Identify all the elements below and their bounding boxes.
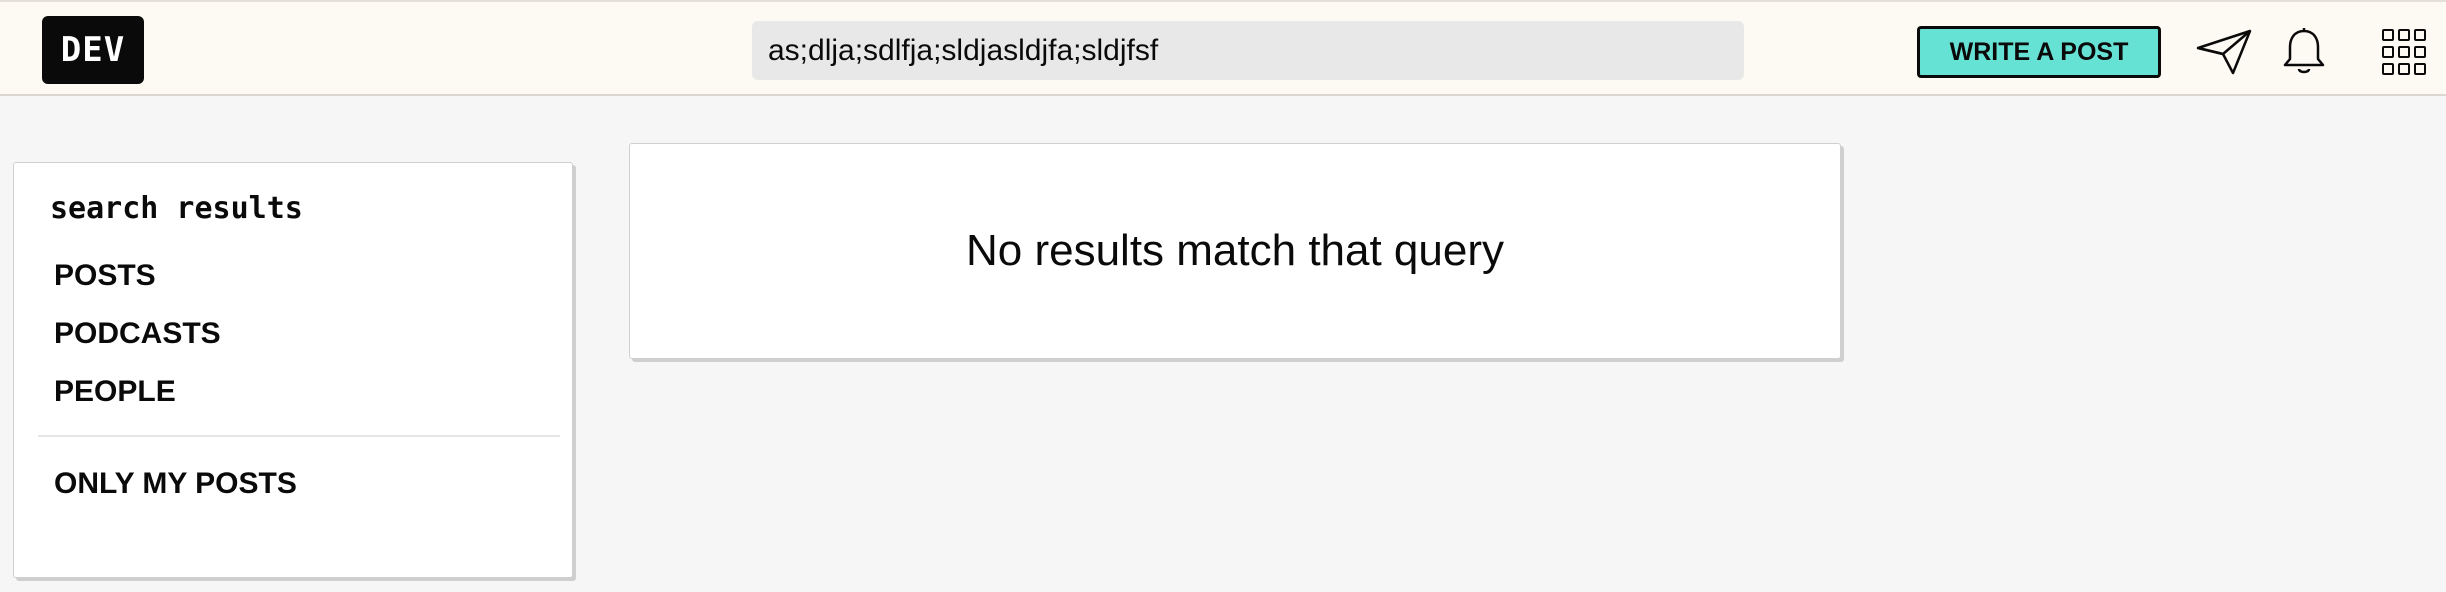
paper-plane-icon[interactable]: [2194, 26, 2254, 78]
bell-icon[interactable]: [2274, 26, 2334, 78]
only-my-posts-link[interactable]: ONLY MY POSTS: [54, 467, 297, 501]
search-results-panel: No results match that query: [629, 143, 1841, 359]
apps-grid-icon[interactable]: [2374, 26, 2434, 78]
no-results-message: No results match that query: [965, 226, 1504, 275]
search-input[interactable]: [752, 21, 1744, 80]
search-filter-sidebar: search results POSTS PODCASTS PEOPLE ONL…: [13, 162, 573, 578]
sidebar-title: search results: [50, 191, 303, 226]
filter-people-link[interactable]: PEOPLE: [54, 375, 176, 409]
filter-posts-link[interactable]: POSTS: [54, 259, 156, 293]
write-a-post-button[interactable]: WRITE A POST: [1917, 26, 2161, 78]
logo-text: DEV: [60, 30, 126, 70]
sidebar-divider: [38, 435, 560, 437]
top-navigation-bar: DEV WRITE A POST: [0, 0, 2446, 96]
filter-podcasts-link[interactable]: PODCASTS: [54, 317, 221, 351]
dev-logo[interactable]: DEV: [42, 16, 144, 84]
write-a-post-label: WRITE A POST: [1949, 37, 2129, 66]
